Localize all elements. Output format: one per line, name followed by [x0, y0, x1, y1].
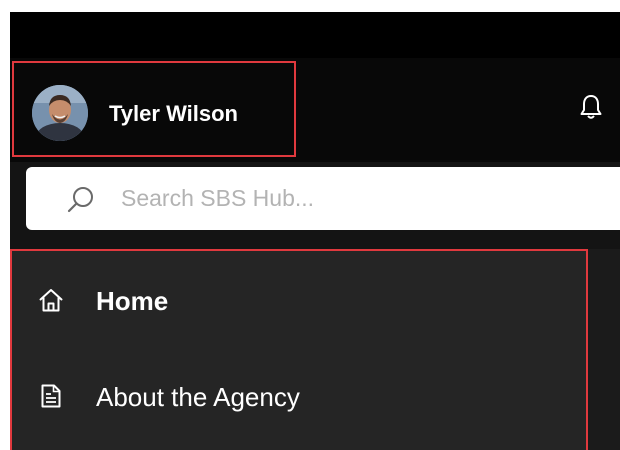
search-box[interactable]: [26, 167, 620, 230]
status-bar: [10, 12, 620, 58]
nav-menu: Home About the Agency: [10, 249, 588, 450]
nav-item-about-the-agency[interactable]: About the Agency: [12, 360, 582, 430]
search-input[interactable]: [121, 179, 601, 217]
user-profile[interactable]: Tyler Wilson: [12, 61, 296, 157]
document-icon: [38, 383, 64, 409]
app-header: Tyler Wilson: [10, 58, 620, 162]
user-name: Tyler Wilson: [109, 101, 238, 126]
home-icon: [38, 287, 64, 313]
nav-item-label: About the Agency: [96, 382, 300, 412]
search-icon: [66, 185, 96, 215]
side-navigation: Home About the Agency: [10, 249, 620, 450]
avatar[interactable]: [32, 85, 88, 141]
nav-item-home[interactable]: Home: [12, 264, 582, 334]
app-screen: Tyler Wilson Search SBS Hub... Home Abou…: [10, 12, 620, 450]
bell-icon[interactable]: [580, 94, 602, 120]
nav-item-label: Home: [96, 286, 169, 316]
search-bar-container: [10, 162, 620, 249]
